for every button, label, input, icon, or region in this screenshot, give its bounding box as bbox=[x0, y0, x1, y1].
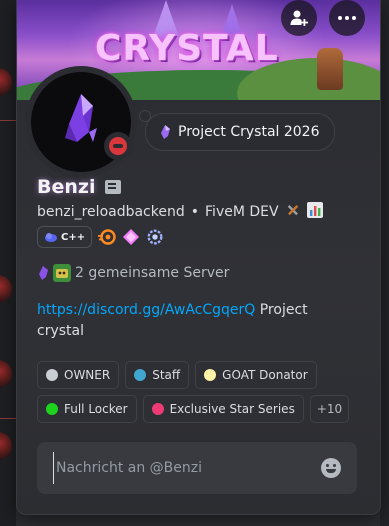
crystal-icon bbox=[161, 125, 170, 139]
add-friend-icon bbox=[290, 10, 308, 26]
cloud-icon bbox=[45, 233, 57, 242]
mutual-servers[interactable]: 2 gemeinsame Server bbox=[37, 264, 229, 282]
server-icon bbox=[53, 264, 71, 282]
background-scroll-edge bbox=[380, 0, 389, 526]
role-color-dot bbox=[46, 403, 58, 415]
username-row: benzi_reloadbackend • FiveM DEV bbox=[37, 202, 323, 222]
add-friend-button[interactable] bbox=[281, 0, 317, 36]
gem-icon bbox=[123, 229, 140, 245]
status-indicator bbox=[104, 132, 132, 160]
role-color-dot bbox=[134, 369, 147, 381]
character-figure bbox=[317, 48, 343, 90]
role-goat-donator[interactable]: GOAT Donator bbox=[195, 361, 317, 389]
wreath-icon bbox=[147, 229, 163, 245]
role-label: GOAT Donator bbox=[222, 368, 308, 382]
cpp-badge-label: C++ bbox=[61, 231, 86, 243]
role-label: Full Locker bbox=[64, 402, 128, 416]
role-label: Staff bbox=[152, 368, 181, 382]
role-color-dot bbox=[46, 369, 58, 381]
badge-row: C++ bbox=[37, 226, 164, 248]
tools-icon bbox=[285, 202, 301, 222]
role-staff[interactable]: Staff bbox=[125, 361, 190, 389]
chart-icon bbox=[306, 202, 323, 222]
gem-badge[interactable] bbox=[122, 228, 140, 246]
pronouns: FiveM DEV bbox=[205, 204, 279, 220]
user-profile-popout: CRYSTAL Project Crystal 2026 Benzi benzi… bbox=[16, 0, 381, 515]
banner-title: CRYSTAL bbox=[95, 28, 279, 69]
wreath-badge[interactable] bbox=[146, 228, 164, 246]
message-input[interactable] bbox=[53, 452, 321, 484]
cpp-badge[interactable]: C++ bbox=[37, 226, 93, 248]
emoji-icon[interactable] bbox=[321, 458, 341, 478]
crystal-server-icon bbox=[39, 266, 48, 280]
bio-link[interactable]: https://discord.gg/AwAcCgqerQ bbox=[37, 302, 255, 318]
username[interactable]: benzi_reloadbackend bbox=[37, 204, 185, 220]
role-color-dot bbox=[151, 403, 164, 415]
role-label: Exclusive Star Series bbox=[169, 402, 295, 416]
background-divider bbox=[0, 120, 16, 121]
custom-status[interactable]: Project Crystal 2026 bbox=[139, 110, 335, 151]
role-list: OWNER Staff GOAT Donator Full Locker Exc… bbox=[37, 361, 367, 423]
dnd-icon bbox=[109, 137, 127, 155]
server-tag-icon[interactable] bbox=[105, 180, 122, 194]
role-color-dot bbox=[204, 369, 217, 381]
separator: • bbox=[190, 204, 200, 220]
message-box bbox=[37, 442, 357, 494]
nitro-badge[interactable] bbox=[98, 228, 116, 246]
background-divider bbox=[0, 418, 16, 419]
display-name[interactable]: Benzi bbox=[37, 176, 95, 198]
mutual-servers-text: 2 gemeinsame Server bbox=[75, 265, 230, 281]
more-roles-button[interactable]: +10 bbox=[309, 395, 350, 423]
nitro-icon bbox=[98, 229, 116, 245]
role-owner[interactable]: OWNER bbox=[37, 361, 120, 389]
more-options-button[interactable] bbox=[329, 0, 365, 36]
role-label: OWNER bbox=[64, 368, 111, 382]
more-icon bbox=[338, 16, 356, 20]
display-name-row: Benzi bbox=[37, 176, 122, 198]
custom-status-text: Project Crystal 2026 bbox=[178, 124, 320, 140]
about-me: https://discord.gg/AwAcCgqerQ Project cr… bbox=[37, 300, 357, 342]
role-exclusive-star-series[interactable]: Exclusive Star Series bbox=[142, 395, 304, 423]
role-full-locker[interactable]: Full Locker bbox=[37, 395, 137, 423]
